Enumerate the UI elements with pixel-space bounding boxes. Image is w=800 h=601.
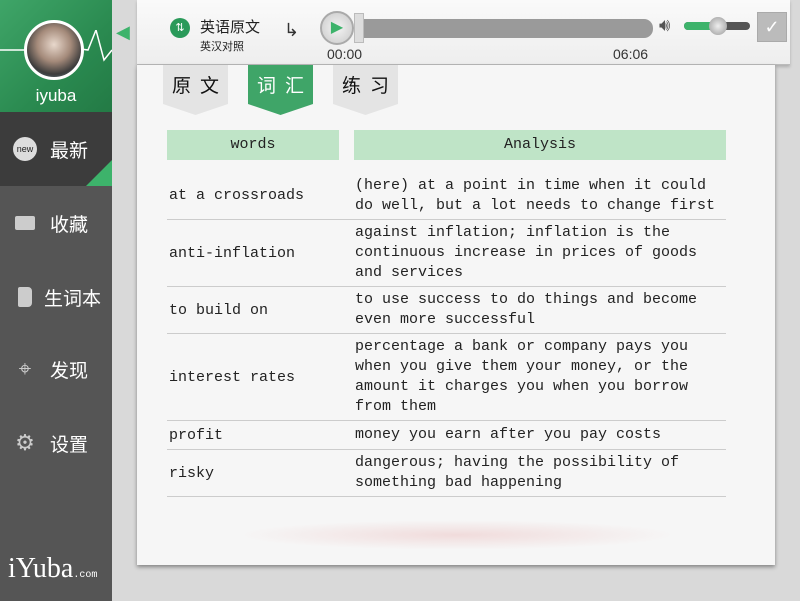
tab-practice[interactable]: 练习 — [333, 65, 398, 115]
table-row: profit money you earn after you pay costs — [167, 421, 726, 450]
sidebar-item-vocabulary[interactable]: 生词本 — [0, 260, 112, 334]
profile-header: iyuba — [0, 0, 112, 112]
volume-handle[interactable] — [709, 17, 727, 35]
analysis-cell: dangerous; having the possibility of som… — [355, 454, 680, 491]
table-row: to build on to use success to do things a… — [167, 287, 726, 334]
sidebar-item-discover[interactable]: ⌖ 发现 — [0, 332, 112, 406]
username: iyuba — [35, 86, 77, 105]
content-card: 原文 词汇 练习 words Analysis at a crossroads (… — [137, 65, 775, 565]
table-row: at a crossroads (here) at a point in time… — [167, 172, 726, 220]
word-cell: profit — [169, 426, 224, 444]
switch-arrow-icon[interactable]: ↳ — [284, 20, 299, 41]
word-cell: interest rates — [169, 368, 296, 386]
crosshair-icon: ⌖ — [18, 356, 32, 381]
sidebar-item-label: 发现 — [50, 360, 89, 382]
sidebar-item-label: 最新 — [50, 140, 89, 162]
sidebar-item-label: 设置 — [50, 434, 89, 456]
table-row: interest rates percentage a bank or compa… — [167, 334, 726, 421]
current-time: 00:00 — [327, 46, 363, 62]
sidebar-item-label: 生词本 — [44, 288, 102, 310]
total-time: 06:06 — [613, 46, 649, 62]
word-cell: risky — [169, 464, 215, 482]
analysis-cell: against inflation; inflation is the cont… — [355, 224, 698, 281]
new-badge-icon: new — [12, 137, 38, 161]
sidebar-item-favorites[interactable]: 收藏 — [0, 186, 112, 260]
word-cell: anti-inflation — [169, 244, 296, 262]
header-words: words — [167, 130, 339, 160]
volume-icon[interactable]: 🔊︎ — [659, 15, 670, 36]
table-row: risky dangerous; having the possibility o… — [167, 450, 726, 497]
gear-icon: ⚙ — [15, 430, 35, 455]
check-button[interactable]: ✓ — [757, 12, 787, 42]
lang-secondary: 英汉对照 — [200, 41, 244, 53]
progress-bar[interactable] — [355, 19, 653, 38]
swap-icon: ⇅ — [170, 18, 190, 38]
sidebar-item-latest[interactable]: new 最新 — [0, 112, 112, 186]
book-icon — [12, 287, 38, 307]
tab-original[interactable]: 原文 — [163, 65, 228, 115]
avatar[interactable] — [24, 20, 84, 80]
back-arrow-icon[interactable]: ◀ — [116, 22, 130, 43]
analysis-cell: percentage a bank or company pays you wh… — [355, 338, 689, 415]
decorative-glow — [237, 520, 677, 550]
progress-handle[interactable] — [354, 13, 364, 43]
header-analysis: Analysis — [354, 130, 726, 160]
inbox-icon — [12, 216, 38, 230]
active-indicator — [86, 160, 112, 186]
play-button[interactable]: ▶ — [320, 11, 354, 45]
tab-vocabulary[interactable]: 词汇 — [248, 65, 313, 115]
word-cell: at a crossroads — [169, 187, 305, 204]
analysis-cell: (here) at a point in time when it could … — [355, 176, 716, 214]
lang-primary: 英语原文 — [200, 19, 261, 36]
sidebar: iyuba new 最新 收藏 生词本 ⌖ 发现 ⚙ 设置 iYuba.com — [0, 0, 112, 601]
sidebar-item-label: 收藏 — [50, 214, 89, 236]
word-cell: to build on — [169, 301, 269, 319]
analysis-cell: money you earn after you pay costs — [355, 426, 662, 443]
analysis-cell: to use success to do things and become e… — [355, 291, 698, 328]
table-row: anti-inflation against inflation; inflati… — [167, 220, 726, 287]
brand-logo: iYuba.com — [8, 553, 98, 584]
sidebar-item-settings[interactable]: ⚙ 设置 — [0, 406, 112, 480]
